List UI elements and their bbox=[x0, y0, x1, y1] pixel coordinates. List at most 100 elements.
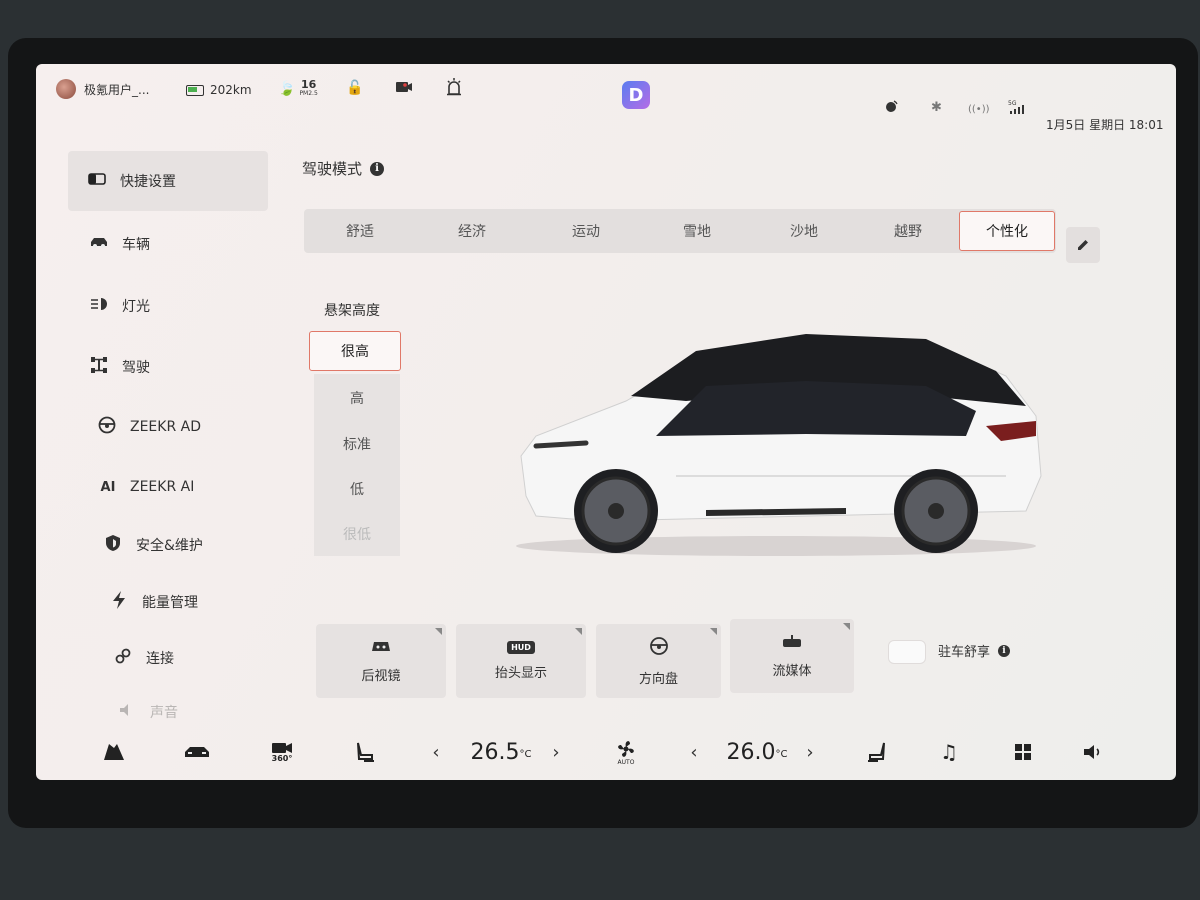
music-button[interactable]: ♫ bbox=[934, 732, 964, 772]
mode-sport[interactable]: 运动 bbox=[536, 209, 636, 253]
parking-comfort-label: 驻车舒享 bbox=[938, 645, 991, 660]
steering-wheel-icon bbox=[649, 636, 669, 660]
sidebar-item-label: 灯光 bbox=[122, 299, 150, 315]
pm25-value: 16 bbox=[300, 78, 317, 91]
sidebar-item-energy[interactable]: 能量管理 bbox=[68, 582, 268, 622]
driver-temperature: 26.5 °C bbox=[466, 732, 536, 772]
mode-snow[interactable]: 雪地 bbox=[647, 209, 747, 253]
range-indicator: 202km bbox=[186, 83, 252, 97]
car-icon bbox=[185, 747, 209, 757]
sidebar-item-lights[interactable]: 灯光 bbox=[68, 286, 268, 326]
passenger-temp-up-button[interactable]: › bbox=[800, 732, 820, 772]
assistant-logo-icon[interactable]: D bbox=[622, 81, 650, 109]
unlock-icon[interactable]: 🔓 bbox=[346, 80, 363, 96]
mode-comfort[interactable]: 舒适 bbox=[310, 209, 410, 253]
mode-custom[interactable]: 个性化 bbox=[959, 211, 1055, 251]
steering-wheel-icon bbox=[96, 416, 118, 438]
driver-temp-down-button[interactable]: ‹ bbox=[426, 732, 446, 772]
mode-offroad[interactable]: 越野 bbox=[858, 209, 958, 253]
streaming-mirror-label: 流媒体 bbox=[772, 664, 812, 679]
camera-icon bbox=[272, 742, 292, 753]
sidebar-item-safety[interactable]: 安全&维护 bbox=[68, 525, 268, 565]
parking-comfort: 驻车舒享 i bbox=[938, 641, 1011, 660]
air-quality: 🍃 16 PM2.5 bbox=[278, 78, 318, 98]
parking-comfort-toggle[interactable] bbox=[888, 640, 926, 664]
passenger-temp-value: 26.0 bbox=[726, 739, 776, 765]
headlight-icon bbox=[88, 297, 110, 315]
leaf-icon: 🍃 bbox=[278, 81, 296, 97]
fan-auto-label: AUTO bbox=[617, 758, 635, 766]
driver-seat-button[interactable] bbox=[350, 732, 380, 772]
sidebar-item-zeekr-ad[interactable]: ZEEKR AD bbox=[68, 407, 268, 447]
sidebar-item-label: 连接 bbox=[146, 651, 174, 667]
datetime: 1月5日 星期日 18:01 bbox=[1046, 118, 1164, 132]
lightning-icon bbox=[108, 591, 130, 613]
fan-button[interactable]: AUTO bbox=[608, 732, 644, 772]
suspension-option-low[interactable]: 低 bbox=[314, 467, 400, 511]
suspension-option-high[interactable]: 高 bbox=[314, 376, 400, 420]
apps-button[interactable] bbox=[1008, 732, 1038, 772]
steering-wheel-button[interactable]: 方向盘 bbox=[596, 624, 721, 698]
range-value: 202km bbox=[210, 83, 252, 97]
link-icon bbox=[112, 648, 134, 668]
sidebar-item-label: 快捷设置 bbox=[120, 174, 176, 190]
vehicle-image bbox=[516, 334, 1042, 556]
navigation-button[interactable] bbox=[98, 732, 130, 772]
dashcam-icon[interactable] bbox=[396, 81, 412, 93]
passenger-seat-button[interactable] bbox=[862, 732, 892, 772]
sidebar-item-sound[interactable]: 声音 bbox=[68, 692, 268, 732]
user-name: 极氪用户_... bbox=[84, 82, 150, 97]
driver-temp-up-button[interactable]: › bbox=[546, 732, 566, 772]
passenger-temp-down-button[interactable]: ‹ bbox=[684, 732, 704, 772]
suspension-option-standard[interactable]: 标准 bbox=[314, 422, 400, 466]
gps-icon bbox=[884, 100, 898, 114]
sidebar-item-label: 能量管理 bbox=[142, 595, 198, 611]
info-icon[interactable]: i bbox=[370, 161, 385, 176]
hud-icon: HUD bbox=[507, 641, 535, 654]
volume-icon bbox=[1084, 745, 1100, 759]
streaming-mirror-icon bbox=[781, 633, 803, 652]
bluetooth-icon[interactable]: ✱ bbox=[931, 100, 942, 115]
music-note-icon: ♫ bbox=[940, 740, 958, 764]
fan-icon bbox=[618, 740, 634, 757]
battery-icon bbox=[186, 84, 204, 96]
cellular-signal-icon: 5G bbox=[1008, 100, 1024, 114]
streaming-mirror-button[interactable]: 流媒体 bbox=[730, 619, 854, 693]
vehicle-button[interactable] bbox=[180, 732, 214, 772]
hud-button[interactable]: HUD 抬头显示 bbox=[456, 624, 586, 698]
volume-button[interactable] bbox=[1078, 732, 1108, 772]
quick-settings-icon bbox=[86, 173, 108, 189]
camera-360-label: 360° bbox=[271, 753, 293, 763]
sidebar-item-label: 驾驶 bbox=[122, 360, 150, 376]
sidebar-item-connection[interactable]: 连接 bbox=[68, 638, 268, 678]
avatar bbox=[56, 79, 76, 99]
suspension-option-very-low[interactable]: 很低 bbox=[314, 512, 400, 556]
driver-temp-value: 26.5 bbox=[470, 739, 520, 765]
mirror-icon bbox=[370, 638, 392, 657]
mirror-label: 后视镜 bbox=[361, 669, 401, 684]
suspension-option-very-high[interactable]: 很高 bbox=[309, 331, 401, 371]
sidebar-item-driving[interactable]: 驾驶 bbox=[68, 347, 268, 387]
sidebar-item-vehicle[interactable]: 车辆 bbox=[68, 224, 268, 264]
pencil-icon bbox=[1078, 240, 1088, 250]
drive-mode-selector: 舒适 经济 运动 雪地 沙地 越野 个性化 bbox=[304, 209, 1056, 253]
steering-wheel-label: 方向盘 bbox=[638, 671, 678, 687]
mode-eco[interactable]: 经济 bbox=[422, 209, 522, 253]
sidebar-item-label: 安全&维护 bbox=[136, 538, 203, 554]
sidebar-item-label: 车辆 bbox=[122, 237, 150, 253]
car-icon bbox=[88, 236, 110, 252]
drive-mode-header: 驾驶模式 i bbox=[302, 158, 385, 179]
mirror-button[interactable]: 后视镜 bbox=[316, 624, 446, 698]
sidebar-item-zeekr-ai[interactable]: AI ZEEKR AI bbox=[68, 467, 268, 507]
mode-sand[interactable]: 沙地 bbox=[754, 209, 854, 253]
suspension-title: 悬架高度 bbox=[324, 303, 380, 319]
edit-mode-button[interactable] bbox=[1066, 227, 1100, 263]
sidebar-item-quick-settings[interactable]: 快捷设置 bbox=[68, 151, 268, 211]
alarm-icon[interactable] bbox=[446, 78, 462, 96]
camera-360-button[interactable]: 360° bbox=[264, 732, 300, 772]
user-profile[interactable]: 极氪用户_... bbox=[56, 79, 149, 99]
drive-mode-title: 驾驶模式 bbox=[302, 160, 363, 178]
sidebar-item-label: 声音 bbox=[150, 705, 178, 721]
info-icon[interactable]: i bbox=[998, 644, 1011, 657]
hotspot-icon[interactable]: ((•)) bbox=[968, 104, 990, 115]
